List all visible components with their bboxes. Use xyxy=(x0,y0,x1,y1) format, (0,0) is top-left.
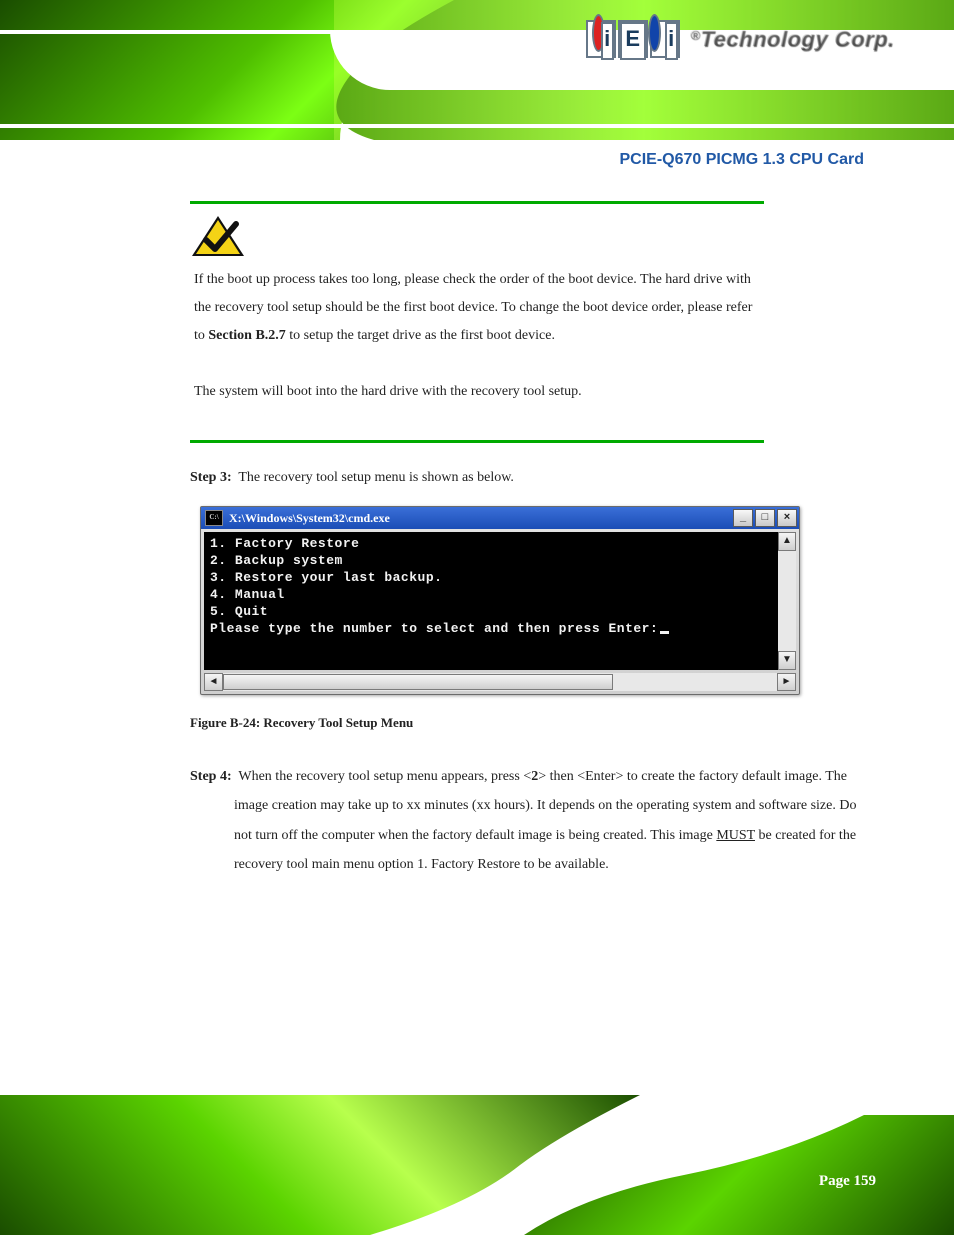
scroll-track[interactable] xyxy=(223,673,777,691)
scroll-thumb[interactable] xyxy=(223,674,613,690)
cmd-title: X:\Windows\System32\cmd.exe xyxy=(229,512,727,524)
note-line: to setup the target drive as the first b… xyxy=(289,328,555,343)
emphasis-must: MUST xyxy=(716,828,755,843)
content-area: PCIE-Q670 PICMG 1.3 CPU Card If the boot… xyxy=(90,150,864,879)
scroll-right-icon[interactable]: ► xyxy=(777,673,796,691)
cursor-icon xyxy=(660,631,669,634)
pcb-art-bottom-right xyxy=(524,1115,954,1235)
cmd-icon xyxy=(205,510,223,526)
footer-banner: Page 159 xyxy=(0,1095,954,1235)
close-button[interactable]: × xyxy=(777,509,797,527)
cmd-terminal: 1. Factory Restore 2. Backup system 3. R… xyxy=(204,532,796,670)
brand-logo: i E i ®Technology Corp. xyxy=(586,20,894,58)
vertical-scrollbar[interactable]: ▲ ▼ xyxy=(778,532,796,670)
note-ref: B.2.7 xyxy=(255,328,285,343)
cmd-titlebar: X:\Windows\System32\cmd.exe _ □ × xyxy=(201,507,799,529)
logo-mark: i E i xyxy=(586,20,680,58)
note-callout: If the boot up process takes too long, p… xyxy=(190,201,764,443)
step-4: Step 4: When the recovery tool setup men… xyxy=(190,762,864,880)
page-number: Page 159 xyxy=(819,1174,876,1189)
scroll-up-icon[interactable]: ▲ xyxy=(778,532,796,551)
logo-letter: E xyxy=(618,20,648,58)
pcb-art-bottom-left xyxy=(0,1095,640,1235)
scroll-down-icon[interactable]: ▼ xyxy=(778,651,796,670)
maximize-button[interactable]: □ xyxy=(755,509,775,527)
document-title: PCIE-Q670 PICMG 1.3 CPU Card xyxy=(90,150,864,171)
scroll-left-icon[interactable]: ◄ xyxy=(204,673,223,691)
minimize-button[interactable]: _ xyxy=(733,509,753,527)
note-line: The system will boot into the hard drive… xyxy=(194,384,582,399)
header-banner: i E i ®Technology Corp. xyxy=(0,0,954,140)
note-ref-label: Section xyxy=(208,328,252,343)
figure-caption: Figure B-24: Recovery Tool Setup Menu xyxy=(190,713,864,734)
note-text: If the boot up process takes too long, p… xyxy=(190,258,764,406)
horizontal-scrollbar[interactable]: ◄ ► xyxy=(204,673,796,691)
page: i E i ®Technology Corp. PCIE-Q670 PICMG … xyxy=(0,0,954,1235)
logo-letter: i xyxy=(586,20,616,58)
step-3: Step 3: The recovery tool setup menu is … xyxy=(190,465,864,490)
step-text: The recovery tool setup menu is shown as… xyxy=(238,470,514,485)
scroll-track[interactable] xyxy=(778,551,796,651)
step-text: When the recovery tool setup menu appear… xyxy=(238,769,531,784)
logo-letter: i xyxy=(650,20,680,58)
window-buttons: _ □ × xyxy=(733,509,797,527)
step-label: Step 4: xyxy=(190,769,232,784)
cmd-window: X:\Windows\System32\cmd.exe _ □ × 1. Fac… xyxy=(200,506,800,695)
cmd-output: 1. Factory Restore 2. Backup system 3. R… xyxy=(210,535,776,637)
step-label: Step 3: xyxy=(190,470,232,485)
brand-tagline: ®Technology Corp. xyxy=(690,28,894,50)
checkmark-triangle-icon xyxy=(190,214,246,258)
